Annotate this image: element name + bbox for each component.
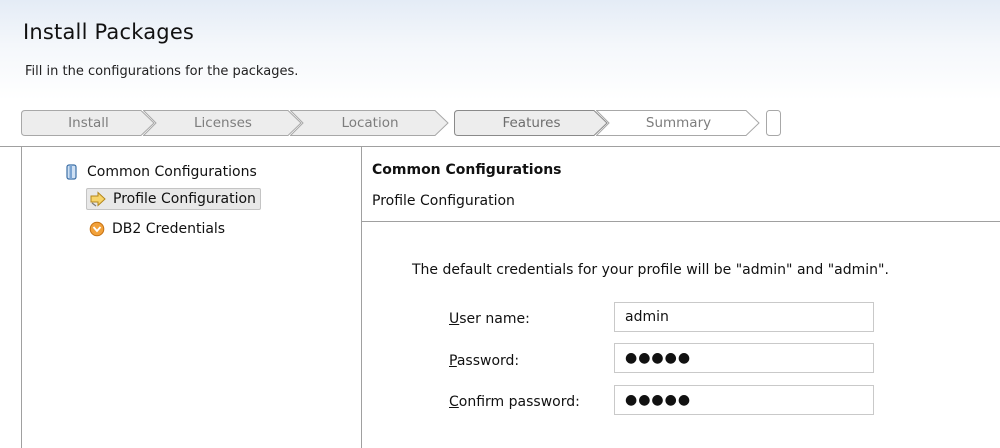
password-label: Password: bbox=[449, 353, 519, 369]
step-end-cap bbox=[766, 110, 781, 136]
book-icon bbox=[66, 164, 77, 180]
tree-item-label: Common Configurations bbox=[87, 164, 257, 180]
credentials-info-text: The default credentials for your profile… bbox=[412, 262, 889, 278]
confirm-password-label: Confirm password: bbox=[449, 394, 580, 410]
details-title: Common Configurations bbox=[372, 162, 562, 178]
step-summary-label: Summary bbox=[645, 115, 712, 131]
arrow-right-icon bbox=[90, 191, 106, 207]
username-field[interactable] bbox=[614, 302, 874, 332]
password-label-text: assword: bbox=[456, 353, 520, 369]
details-subtitle: Profile Configuration bbox=[372, 193, 515, 209]
header-banner bbox=[0, 0, 1000, 100]
username-label-text: ser name: bbox=[459, 311, 530, 327]
step-install-label: Install bbox=[68, 115, 109, 131]
step-licenses-label: Licenses bbox=[194, 115, 252, 131]
wizard-steps: Install Licenses Location Features Summa… bbox=[21, 110, 783, 136]
step-features-label: Features bbox=[502, 115, 561, 131]
page-title: Install Packages bbox=[23, 20, 195, 44]
tree-item-profile-configuration[interactable]: Profile Configuration bbox=[86, 188, 261, 210]
password-mnemonic: P bbox=[449, 353, 457, 369]
confirm-password-field[interactable] bbox=[614, 385, 874, 415]
password-field[interactable] bbox=[614, 343, 874, 373]
step-install[interactable]: Install bbox=[21, 110, 156, 136]
tree-item-db2-credentials[interactable]: DB2 Credentials bbox=[88, 220, 225, 238]
username-label: User name: bbox=[449, 311, 530, 327]
confirm-label-text: onfirm password: bbox=[458, 394, 580, 410]
details-header-divider bbox=[362, 221, 1000, 222]
tree-item-label: Profile Configuration bbox=[113, 191, 256, 207]
page-subtitle: Fill in the configurations for the packa… bbox=[25, 64, 299, 79]
step-summary[interactable]: Summary bbox=[596, 110, 761, 136]
warning-circle-icon bbox=[89, 221, 105, 237]
username-mnemonic: U bbox=[449, 311, 460, 327]
step-features[interactable]: Features bbox=[454, 110, 609, 136]
tree-item-common-configurations[interactable]: Common Configurations bbox=[63, 163, 257, 181]
step-licenses[interactable]: Licenses bbox=[143, 110, 303, 136]
step-location[interactable]: Location bbox=[290, 110, 450, 136]
confirm-mnemonic: C bbox=[449, 394, 459, 410]
tree-item-label: DB2 Credentials bbox=[112, 221, 226, 237]
step-location-label: Location bbox=[341, 115, 399, 131]
